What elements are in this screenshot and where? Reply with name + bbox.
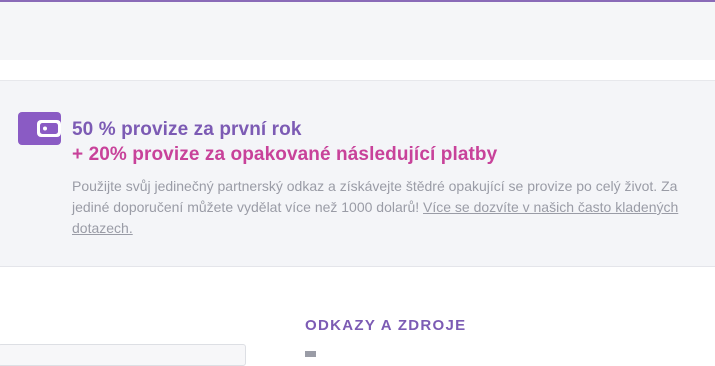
spacer <box>0 60 715 80</box>
card-partial <box>0 344 246 366</box>
headline-recurring-commission: + 20% provize za opakované následující p… <box>72 144 498 165</box>
wallet-icon <box>18 112 61 145</box>
promo-description: Použijte svůj jedinečný partnerský odkaz… <box>72 176 700 239</box>
resources-section-title: ODKAZY A ZDROJE <box>305 317 467 334</box>
list-item-marker <box>305 351 316 357</box>
headline-first-year-commission: 50 % provize za první rok <box>72 119 302 140</box>
affiliate-promo-panel: 50 % provize za první rok + 20% provize … <box>0 80 715 267</box>
header-band <box>0 2 715 60</box>
